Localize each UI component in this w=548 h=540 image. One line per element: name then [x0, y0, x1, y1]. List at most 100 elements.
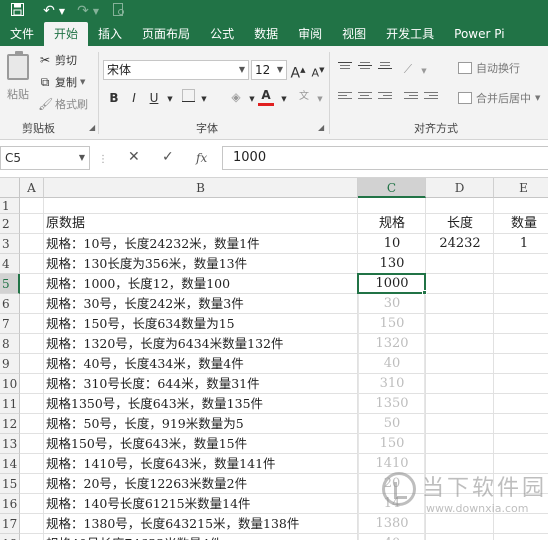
cell-d3[interactable]: 24232 — [426, 234, 494, 254]
cell-e3[interactable]: 1 — [494, 234, 548, 254]
row-header-15[interactable]: 15 — [0, 474, 20, 494]
tab-8[interactable]: 开发工具 — [376, 22, 444, 46]
row-header-5[interactable]: 5 — [0, 274, 20, 294]
cell-c4[interactable]: 130 — [358, 254, 426, 274]
tab-0[interactable]: 文件 — [0, 22, 44, 46]
cell-b11[interactable]: 规格1350号，长度643米，数量135件 — [46, 394, 360, 414]
cell-b12[interactable]: 规格：50号，长度，919米数量为5 — [46, 414, 360, 434]
undo-icon[interactable]: ↶ — [40, 3, 58, 19]
cancel-icon[interactable]: ✕ — [128, 149, 140, 165]
row-header-16[interactable]: 16 — [0, 494, 20, 514]
chevron-down-icon[interactable]: ▼ — [58, 7, 66, 16]
dialog-launcher-icon[interactable]: ◢ — [89, 123, 95, 132]
format-painter-button[interactable]: 🖌 格式刷 — [38, 96, 88, 112]
cell-d2[interactable]: 长度 — [426, 214, 494, 234]
row-header-4[interactable]: 4 — [0, 254, 20, 274]
formula-input[interactable]: 1000 — [222, 146, 548, 170]
column-header-c[interactable]: C — [358, 178, 426, 198]
row-header-3[interactable]: 3 — [0, 234, 20, 254]
chevron-down-icon[interactable]: ▼ — [196, 90, 212, 108]
phonetic-icon[interactable]: 文 — [296, 88, 312, 106]
name-box[interactable]: C5 ▼ — [0, 146, 90, 170]
row-header-8[interactable]: 8 — [0, 334, 20, 354]
align-left-icon[interactable] — [338, 92, 352, 104]
bold-button[interactable]: B — [106, 89, 122, 107]
cut-button[interactable]: ✂ 剪切 — [38, 52, 77, 68]
save-icon[interactable] — [8, 2, 26, 20]
column-header-d[interactable]: D — [426, 178, 494, 198]
row-header-18[interactable]: 18 — [0, 534, 20, 540]
tab-6[interactable]: 审阅 — [288, 22, 332, 46]
chevron-down-icon[interactable]: ▼ — [416, 62, 432, 80]
row-header-11[interactable]: 11 — [0, 394, 20, 414]
tab-5[interactable]: 数据 — [244, 22, 288, 46]
borders-icon[interactable] — [180, 89, 196, 107]
cell-c2[interactable]: 规格 — [358, 214, 426, 234]
cell-b18[interactable]: 规格40号长度74633米数量4件 — [46, 534, 360, 540]
cell-b4[interactable]: 规格：130长度为356米，数量13件 — [46, 254, 360, 274]
tab-4[interactable]: 公式 — [200, 22, 244, 46]
enter-icon[interactable]: ✓ — [162, 149, 174, 165]
cell-e2[interactable]: 数量 — [494, 214, 548, 234]
align-top-icon[interactable] — [338, 62, 352, 74]
cell-b2[interactable]: 原数据 — [46, 214, 360, 234]
column-header-e[interactable]: E — [494, 178, 548, 198]
row-header-13[interactable]: 13 — [0, 434, 20, 454]
row-header-12[interactable]: 12 — [0, 414, 20, 434]
cell-b7[interactable]: 规格：150号，长度634数量为15 — [46, 314, 360, 334]
insert-function-icon[interactable]: fx — [196, 151, 207, 165]
decrease-indent-icon[interactable] — [404, 92, 418, 104]
italic-button[interactable]: I — [126, 89, 142, 107]
align-bottom-icon[interactable] — [378, 62, 392, 74]
active-cell-border[interactable] — [357, 273, 426, 294]
redo-icon[interactable]: ↷ — [74, 3, 92, 19]
cell-b6[interactable]: 规格：30号，长度242米，数量3件 — [46, 294, 360, 314]
underline-button[interactable]: U — [146, 89, 162, 107]
cell-b15[interactable]: 规格：20号，长度12263米数量2件 — [46, 474, 360, 494]
cell-b8[interactable]: 规格：1320号，长度为6434米数量132件 — [46, 334, 360, 354]
tab-3[interactable]: 页面布局 — [132, 22, 200, 46]
cell-b14[interactable]: 规格：1410号，长度643米，数量141件 — [46, 454, 360, 474]
increase-indent-icon[interactable] — [424, 92, 438, 104]
fill-color-icon[interactable]: ◈ — [228, 88, 244, 106]
cell-c3[interactable]: 10 — [358, 234, 426, 254]
print-preview-icon[interactable] — [110, 2, 128, 20]
font-size-select[interactable]: 12 ▼ — [251, 60, 287, 80]
font-color-button[interactable]: A — [258, 86, 274, 106]
row-header-17[interactable]: 17 — [0, 514, 20, 534]
chevron-down-icon[interactable]: ▼ — [92, 7, 100, 16]
wrap-text-button[interactable]: 自动换行 — [458, 60, 520, 76]
tab-1[interactable]: 开始 — [44, 22, 89, 46]
font-name-select[interactable]: 宋体 ▼ — [103, 60, 249, 80]
row-header-6[interactable]: 6 — [0, 294, 20, 314]
cell-b13[interactable]: 规格150号，长度643米，数量15件 — [46, 434, 360, 454]
paste-button[interactable]: 粘贴 — [4, 51, 32, 106]
grow-font-button[interactable]: A▲ — [290, 61, 306, 82]
chevron-down-icon[interactable]: ▼ — [312, 90, 328, 108]
row-header-9[interactable]: 9 — [0, 354, 20, 374]
merge-center-button[interactable]: 合并后居中 ▼ — [458, 90, 540, 106]
column-header-b[interactable]: B — [44, 178, 358, 198]
chevron-down-icon[interactable]: ▼ — [276, 90, 292, 108]
align-center-icon[interactable] — [358, 92, 372, 104]
copy-button[interactable]: ⧉ 复制 ▼ — [38, 74, 86, 90]
cell-b17[interactable]: 规格：1380号，长度643215米，数量138件 — [46, 514, 360, 534]
tab-9[interactable]: Power Pi — [444, 22, 514, 46]
tab-2[interactable]: 插入 — [88, 22, 132, 46]
tab-7[interactable]: 视图 — [332, 22, 376, 46]
select-all-corner[interactable] — [0, 178, 20, 198]
cell-b16[interactable]: 规格：140号长度61215米数量14件 — [46, 494, 360, 514]
shrink-font-button[interactable]: A▼ — [310, 61, 326, 80]
orientation-icon[interactable]: ⟋ — [400, 60, 416, 78]
align-right-icon[interactable] — [378, 92, 392, 104]
row-header-1[interactable]: 1 — [0, 198, 20, 214]
row-header-7[interactable]: 7 — [0, 314, 20, 334]
cell-b10[interactable]: 规格：310号长度：644米，数量31件 — [46, 374, 360, 394]
row-header-14[interactable]: 14 — [0, 454, 20, 474]
cell-b9[interactable]: 规格：40号，长度434米，数量4件 — [46, 354, 360, 374]
row-header-10[interactable]: 10 — [0, 374, 20, 394]
chevron-down-icon[interactable]: ▼ — [162, 90, 178, 108]
cell-b5[interactable]: 规格：1000，长度12，数量100 — [46, 274, 360, 294]
row-header-2[interactable]: 2 — [0, 214, 20, 234]
align-middle-icon[interactable] — [358, 62, 372, 74]
